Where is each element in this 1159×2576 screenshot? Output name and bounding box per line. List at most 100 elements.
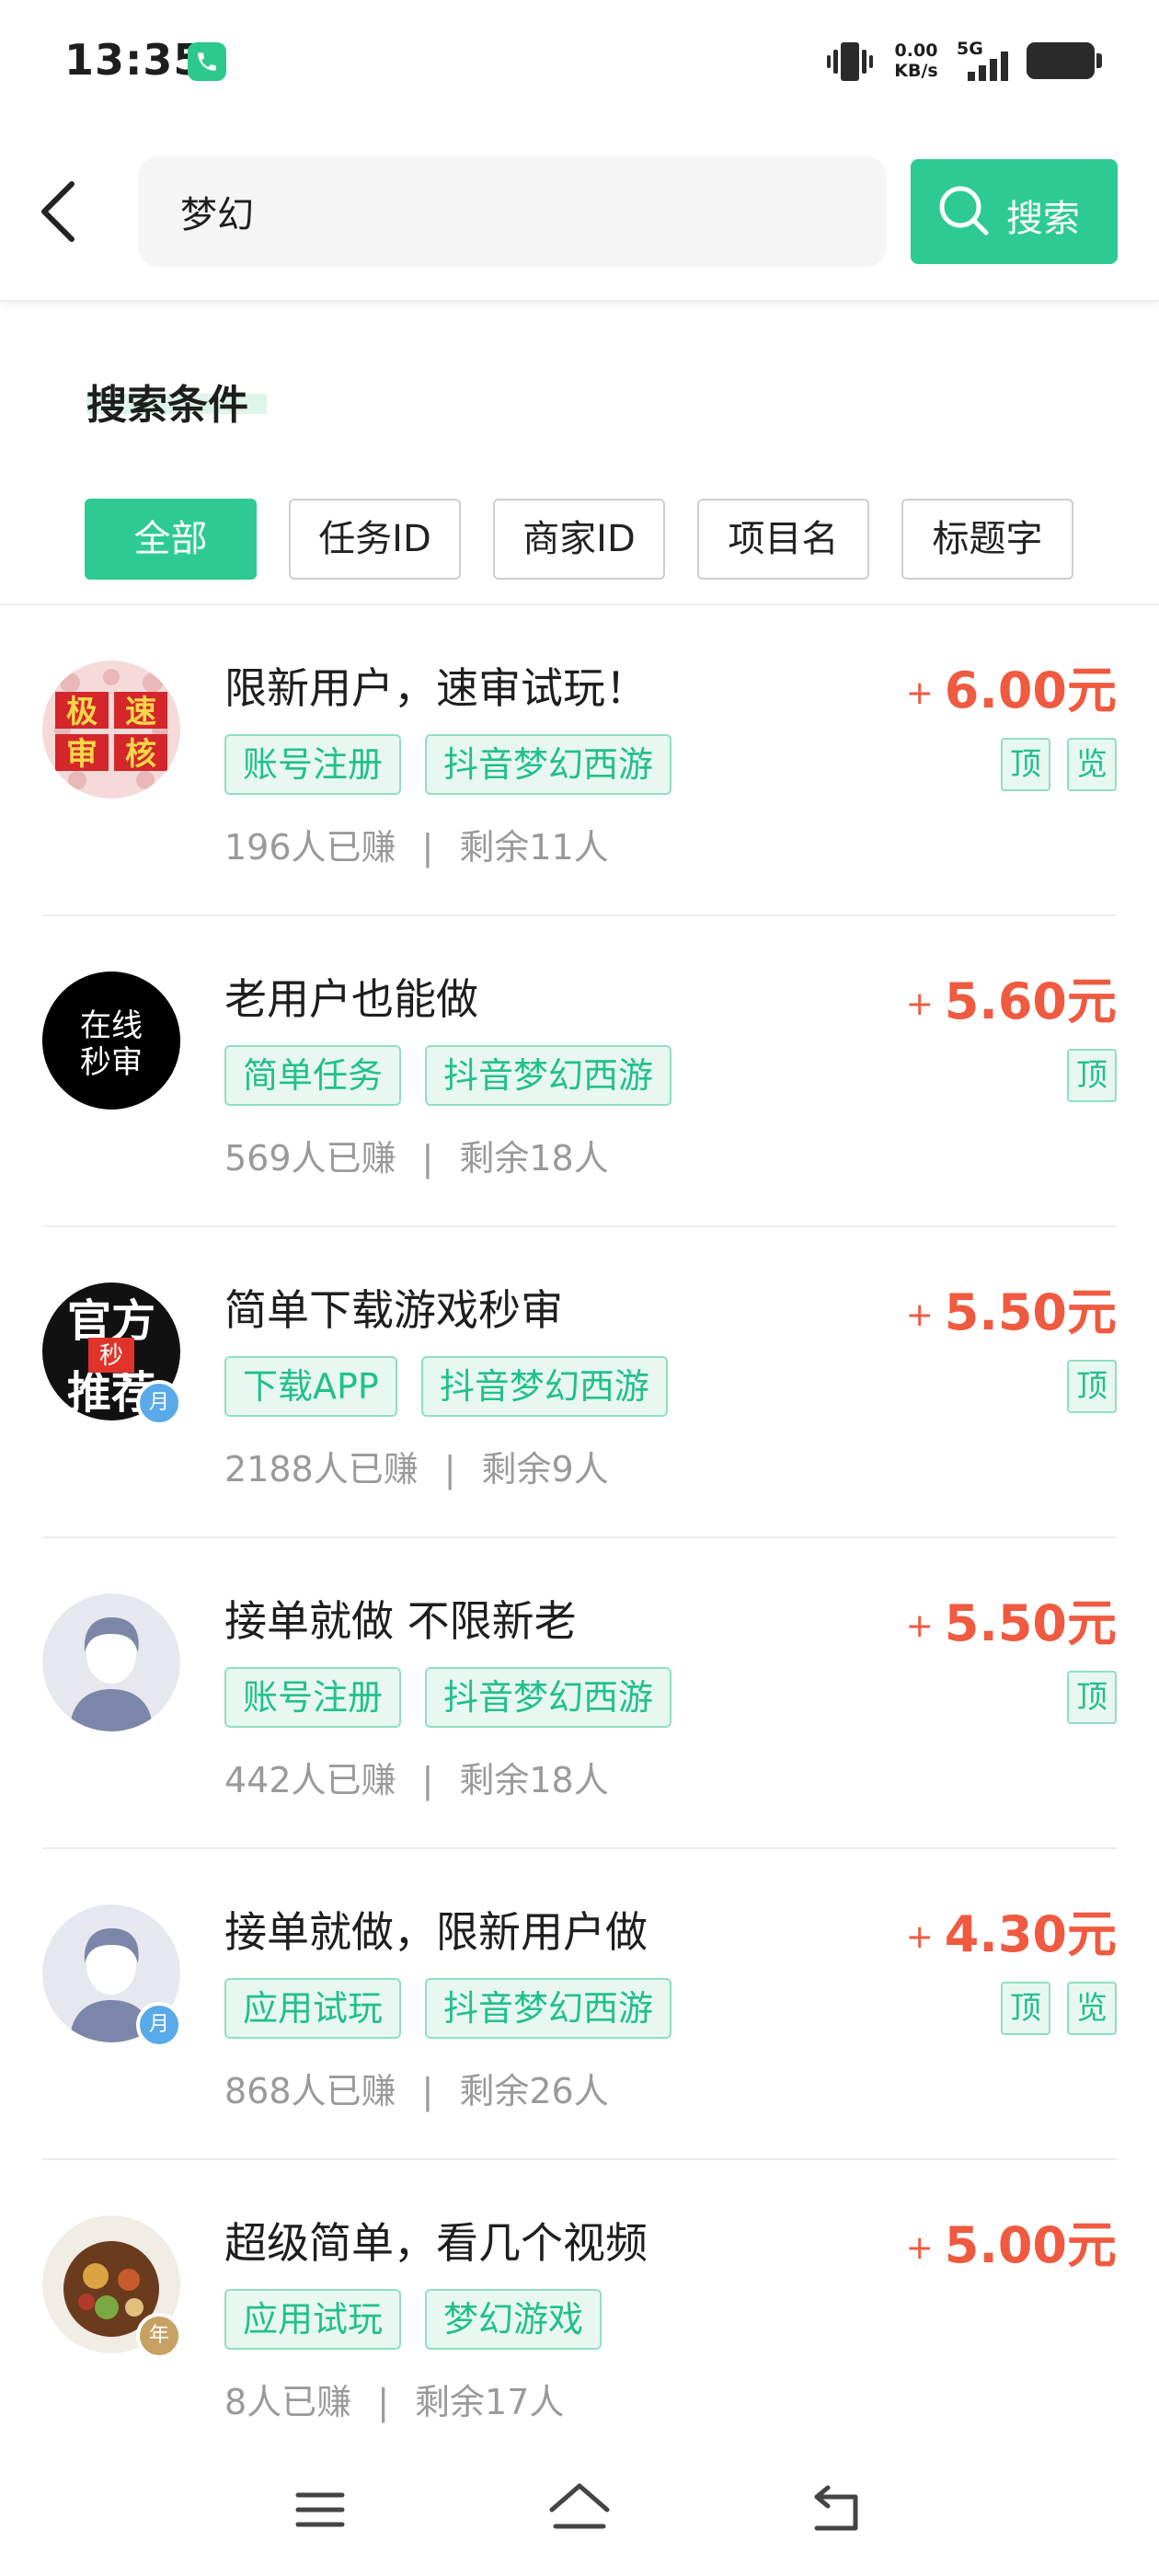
task-price: +4.30元 [906, 1893, 1117, 1966]
task-stats: 196人已赚 | 剩余11人 [224, 827, 609, 868]
task-tags: 账号注册 抖音梦幻西游 [224, 1667, 672, 1728]
task-marks: 顶 览 [1001, 1982, 1117, 2035]
task-stats: 2188人已赚 | 剩余9人 [224, 1449, 609, 1489]
filter-chip-title-keyword[interactable]: 标题字 [901, 499, 1073, 580]
avatar: 极 速 审 核 [42, 661, 180, 799]
filter-chip-merchant-id[interactable]: 商家ID [493, 499, 665, 580]
price-prefix: + [905, 1296, 934, 1334]
task-tag: 应用试玩 [224, 1978, 402, 2039]
browse-mark: 览 [1067, 1982, 1117, 2035]
task-tags: 下载APP 抖音梦幻西游 [224, 1356, 668, 1417]
criteria-title: 搜索条件 [86, 382, 248, 429]
browse-mark: 览 [1067, 738, 1117, 791]
system-nav-bar [0, 2447, 1159, 2576]
task-tags: 账号注册 抖音梦幻西游 [224, 734, 672, 795]
task-marks: 顶 [1067, 1049, 1117, 1102]
task-tags: 应用试玩 梦幻游戏 [224, 2289, 602, 2350]
task-list-item[interactable]: 月 接单就做，限新用户做 应用试玩 抖音梦幻西游 868人已赚 | 剩余26人 +4… [0, 1849, 1159, 2160]
back-arrow-icon[interactable] [33, 175, 88, 248]
task-tag: 梦幻游戏 [425, 2289, 602, 2350]
price-prefix: + [905, 1607, 934, 1645]
earned-count: 868人已赚 [224, 2071, 396, 2111]
status-time: 13:35 [64, 35, 204, 85]
task-tag: 抖音梦幻西游 [425, 1667, 672, 1728]
filter-chip-task-id[interactable]: 任务ID [289, 499, 461, 580]
task-list-item[interactable]: 接单就做 不限新老 账号注册 抖音梦幻西游 442人已赚 | 剩余18人 +5.50… [0, 1538, 1159, 1849]
task-list-item[interactable]: 极 速 审 核 限新用户，速审试玩！ 账号注册 抖音梦幻西游 196人已赚 | 剩余… [0, 605, 1159, 916]
remaining-count: 剩余18人 [459, 1760, 609, 1800]
month-badge-icon: 月 [136, 2002, 182, 2048]
filter-chip-all[interactable]: 全部 [85, 499, 257, 580]
task-marks: 顶 [1067, 1360, 1117, 1413]
task-title: 老用户也能做 [224, 974, 478, 1024]
task-price: +5.60元 [906, 960, 1117, 1033]
task-title: 接单就做，限新用户做 [224, 1907, 648, 1957]
filter-chip-project-name[interactable]: 项目名 [697, 499, 869, 580]
price-value: 5.00元 [944, 2216, 1117, 2274]
task-stats: 868人已赚 | 剩余26人 [224, 2071, 609, 2111]
svg-text:审: 审 [66, 736, 98, 773]
svg-text:核: 核 [125, 736, 156, 773]
price-prefix: + [905, 985, 934, 1023]
default-avatar-icon [42, 1593, 180, 1731]
task-title: 简单下载游戏秒审 [224, 1285, 563, 1335]
year-badge-icon: 年 [136, 2313, 182, 2359]
svg-text:在线: 在线 [80, 1007, 143, 1044]
price-value: 5.50元 [944, 1594, 1117, 1652]
price-prefix: + [905, 2229, 934, 2267]
remaining-count: 剩余11人 [459, 827, 609, 868]
task-tag: 抖音梦幻西游 [425, 1045, 672, 1106]
avatar-char: 极 [66, 694, 98, 730]
task-tag: 抖音梦幻西游 [425, 734, 672, 795]
net-speed-unit: KB/s [894, 61, 938, 81]
task-tag: 账号注册 [224, 1667, 402, 1728]
price-value: 4.30元 [944, 1905, 1117, 1963]
task-title: 限新用户，速审试玩！ [224, 663, 648, 713]
task-stats: 569人已赚 | 剩余18人 [224, 1138, 609, 1179]
remaining-count: 剩余18人 [459, 1138, 609, 1179]
home-icon[interactable] [546, 2478, 613, 2537]
earned-count: 442人已赚 [224, 1760, 396, 1800]
task-list-item[interactable]: 官方 推荐 秒 月 简单下载游戏秒审 下载APP 抖音梦幻西游 2188人已赚 |… [0, 1227, 1159, 1538]
task-tag: 简单任务 [224, 1045, 402, 1106]
top-mark: 顶 [1001, 738, 1050, 791]
back-nav-icon[interactable] [809, 2480, 866, 2537]
price-prefix: + [905, 674, 934, 712]
earned-count: 2188人已赚 [224, 1449, 419, 1489]
task-tag: 账号注册 [224, 734, 402, 795]
task-list-item[interactable]: 年 超级简单，看几个视频 应用试玩 梦幻游戏 8人已赚 | 剩余17人 +5.00元 [0, 2160, 1159, 2471]
avatar: 在线 秒审 [42, 972, 180, 1110]
price-value: 6.00元 [944, 661, 1117, 719]
net-speed-value: 0.00 [894, 40, 938, 61]
search-box[interactable] [138, 156, 887, 267]
signal-icon [968, 52, 1008, 81]
task-tags: 应用试玩 抖音梦幻西游 [224, 1978, 672, 2039]
top-mark: 顶 [1067, 1360, 1117, 1413]
task-price: +5.50元 [906, 1582, 1117, 1655]
task-stats: 8人已赚 | 剩余17人 [224, 2382, 565, 2422]
task-tags: 简单任务 抖音梦幻西游 [224, 1045, 672, 1106]
task-title: 超级简单，看几个视频 [224, 2218, 648, 2268]
remaining-count: 剩余9人 [481, 1449, 609, 1489]
search-input[interactable] [180, 182, 824, 241]
svg-text:秒审: 秒审 [80, 1044, 143, 1081]
phone-call-icon [188, 42, 226, 81]
top-mark: 顶 [1001, 1982, 1050, 2035]
battery-icon [1027, 42, 1102, 79]
avatar-sub-text: 秒 [99, 1342, 123, 1370]
month-badge-icon: 月 [136, 1380, 182, 1426]
earned-count: 196人已赚 [224, 827, 396, 868]
task-list-item[interactable]: 在线 秒审 老用户也能做 简单任务 抖音梦幻西游 569人已赚 | 剩余18人 +5… [0, 916, 1159, 1227]
task-stats: 442人已赚 | 剩余18人 [224, 1760, 609, 1800]
criteria-heading: 搜索条件 [86, 372, 267, 431]
earned-count: 8人已赚 [224, 2382, 352, 2422]
task-tag: 应用试玩 [224, 2289, 402, 2350]
task-price: +5.50元 [906, 1271, 1117, 1344]
menu-icon[interactable] [293, 2482, 348, 2537]
search-button[interactable]: 搜索 [911, 159, 1118, 264]
status-bar: 13:35 0.00 KB/s 5G [0, 0, 1159, 129]
network-speed: 0.00 KB/s [889, 40, 944, 81]
top-mark: 顶 [1067, 1049, 1117, 1102]
task-marks: 顶 览 [1001, 738, 1117, 791]
price-prefix: + [905, 1918, 934, 1956]
